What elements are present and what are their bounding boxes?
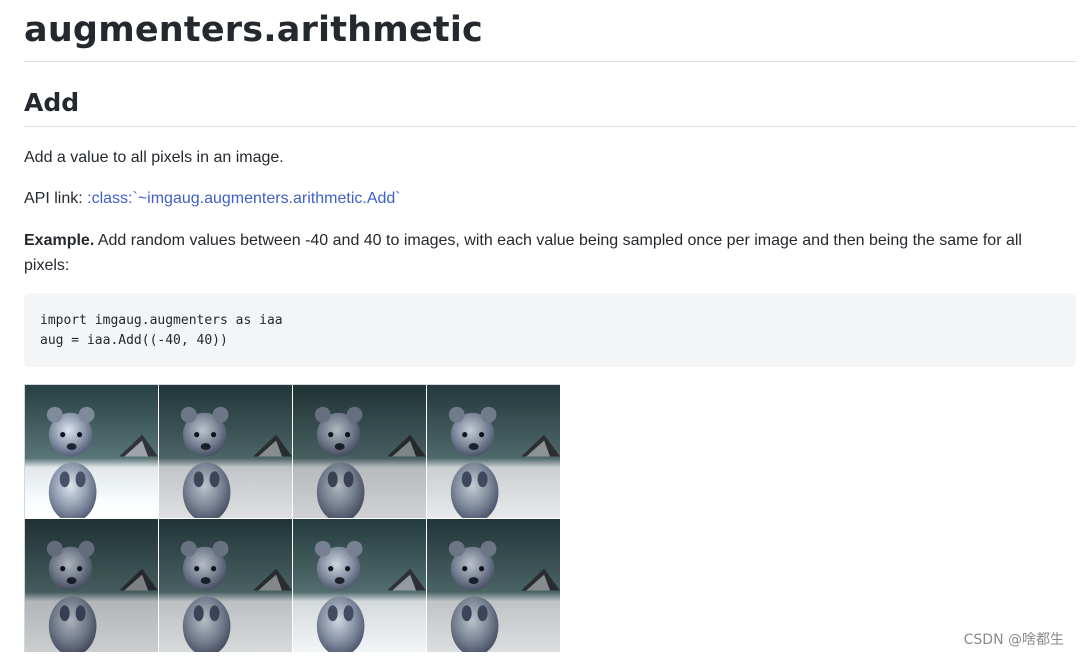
example-paragraph: Example. Add random values between -40 a… <box>24 228 1064 278</box>
page-title: augmenters.arithmetic <box>24 10 483 50</box>
api-link-paragraph: API link: :class:`~imgaug.augmenters.ari… <box>24 186 401 211</box>
augmented-image-tile <box>427 519 561 653</box>
description-text: Add a value to all pixels in an image. <box>24 149 284 166</box>
code-text[interactable]: import imgaug.augmenters as iaa aug = ia… <box>40 311 283 351</box>
augmented-image-tile <box>25 519 159 653</box>
code-block[interactable]: import imgaug.augmenters as iaa aug = ia… <box>24 293 1076 367</box>
api-link[interactable]: :class:`~imgaug.augmenters.arithmetic.Ad… <box>87 190 400 207</box>
augmented-image-tile <box>293 385 427 519</box>
augmented-image-tile <box>159 519 293 653</box>
section-divider <box>24 126 1076 127</box>
augmented-image-tile <box>159 385 293 519</box>
section-title: Add <box>24 88 80 117</box>
example-image-grid <box>24 384 561 653</box>
watermark: CSDN @啥都生 <box>963 632 1064 648</box>
example-label: Example. <box>24 232 95 249</box>
title-divider <box>24 61 1076 62</box>
augmented-image-tile <box>427 385 561 519</box>
augmented-image-tile <box>293 519 427 653</box>
augmented-image-tile <box>25 385 159 519</box>
api-link-prefix: API link: <box>24 190 88 207</box>
example-text: Add random values between -40 and 40 to … <box>24 232 1022 274</box>
